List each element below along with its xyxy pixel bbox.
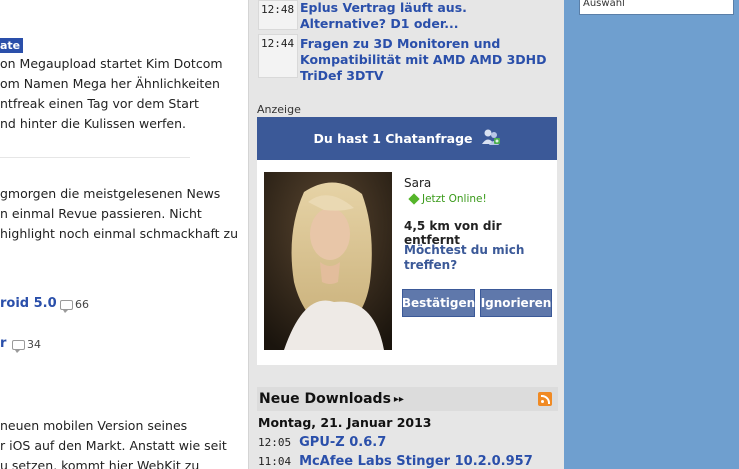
article-teaser-line: nd hinter die Kulissen werfen. bbox=[0, 116, 187, 131]
article-teaser-line: gmorgen die meistgelesenen News bbox=[0, 186, 221, 201]
sidebar-column: 12:48 Eplus Vertrag läuft aus. Alternati… bbox=[248, 0, 564, 469]
news-title-link[interactable]: Eplus Vertrag läuft aus. Alternative? D1… bbox=[300, 0, 550, 32]
comment-count-value: 34 bbox=[27, 338, 41, 351]
article-teaser-line: om Namen Mega her Ähnlichkeiten bbox=[0, 76, 220, 91]
profile-photo[interactable] bbox=[264, 172, 392, 350]
news-time: 12:48 bbox=[258, 0, 298, 30]
friend-request-icon bbox=[481, 128, 501, 149]
article-teaser-line: on Megaupload startet Kim Dotcom bbox=[0, 56, 223, 71]
online-status-text: Jetzt Online! bbox=[422, 193, 487, 205]
ad-header-text: Du hast 1 Chatanfrage bbox=[313, 131, 473, 146]
article-link[interactable]: roid 5.0 bbox=[0, 296, 57, 311]
ad-label: Anzeige bbox=[257, 103, 301, 116]
article-link[interactable]: r bbox=[0, 336, 6, 351]
forum-news-item[interactable]: 12:48 Eplus Vertrag läuft aus. Alternati… bbox=[258, 0, 558, 32]
forum-news-item[interactable]: 12:44 Fragen zu 3D Monitoren und Kompati… bbox=[258, 34, 558, 84]
ad-header[interactable]: Du hast 1 Chatanfrage bbox=[257, 117, 557, 160]
article-teaser-line: ntfreak einen Tag vor dem Start bbox=[0, 96, 199, 111]
select-box[interactable]: Auswahl bbox=[579, 0, 734, 15]
download-time: 11:04 bbox=[258, 455, 292, 468]
article-teaser-line: r iOS auf den Markt. Anstatt wie seit bbox=[0, 438, 227, 453]
rss-icon[interactable] bbox=[538, 392, 552, 406]
article-teaser-line: highlight noch einmal schmackhaft zu bbox=[0, 226, 239, 241]
ad-body: Sara Jetzt Online! 4,5 km von dir entfer… bbox=[257, 160, 557, 365]
double-arrow-icon: ▸▸ bbox=[393, 393, 404, 405]
download-item[interactable]: 11:04 McAfee Labs Stinger 10.2.0.957 bbox=[258, 454, 533, 469]
article-teaser-line: u setzen, kommt hier WebKit zu bbox=[0, 458, 200, 469]
right-sidebar: Auswahl bbox=[564, 0, 739, 469]
downloads-header[interactable]: Neue Downloads ▸▸ bbox=[257, 387, 558, 411]
downloads-title: Neue Downloads bbox=[259, 391, 391, 407]
article-teaser-line: n einmal Revue passieren. Nicht bbox=[0, 206, 202, 221]
ad-profile-name: Sara bbox=[404, 176, 432, 190]
comment-icon bbox=[60, 299, 73, 313]
divider bbox=[0, 157, 190, 158]
downloads-date: Montag, 21. Januar 2013 bbox=[258, 415, 432, 430]
confirm-button[interactable]: Bestätigen bbox=[402, 289, 475, 317]
ad-question-link[interactable]: Möchtest du mich treffen? bbox=[404, 243, 544, 273]
comment-icon bbox=[12, 339, 25, 353]
download-time: 12:05 bbox=[258, 436, 292, 449]
comment-count-value: 66 bbox=[75, 298, 89, 311]
download-name-link[interactable]: McAfee Labs Stinger 10.2.0.957 bbox=[299, 454, 533, 469]
article-teaser-line: neuen mobilen Version seines bbox=[0, 418, 188, 433]
download-name-link[interactable]: GPU-Z 0.6.7 bbox=[299, 435, 386, 450]
news-time: 12:44 bbox=[258, 34, 298, 78]
download-item[interactable]: 12:05 GPU-Z 0.6.7 bbox=[258, 435, 386, 450]
news-title-link[interactable]: Fragen zu 3D Monitoren und Kompatibilitä… bbox=[300, 34, 550, 84]
online-status-icon bbox=[408, 193, 420, 205]
comment-count[interactable]: 66 bbox=[60, 298, 89, 313]
category-badge[interactable]: ate bbox=[0, 38, 24, 53]
ignore-button[interactable]: Ignorieren bbox=[480, 289, 552, 317]
main-content-column: ate on Megaupload startet Kim Dotcom om … bbox=[0, 0, 248, 469]
online-status: Jetzt Online! bbox=[408, 193, 487, 205]
comment-count[interactable]: 34 bbox=[12, 338, 41, 353]
